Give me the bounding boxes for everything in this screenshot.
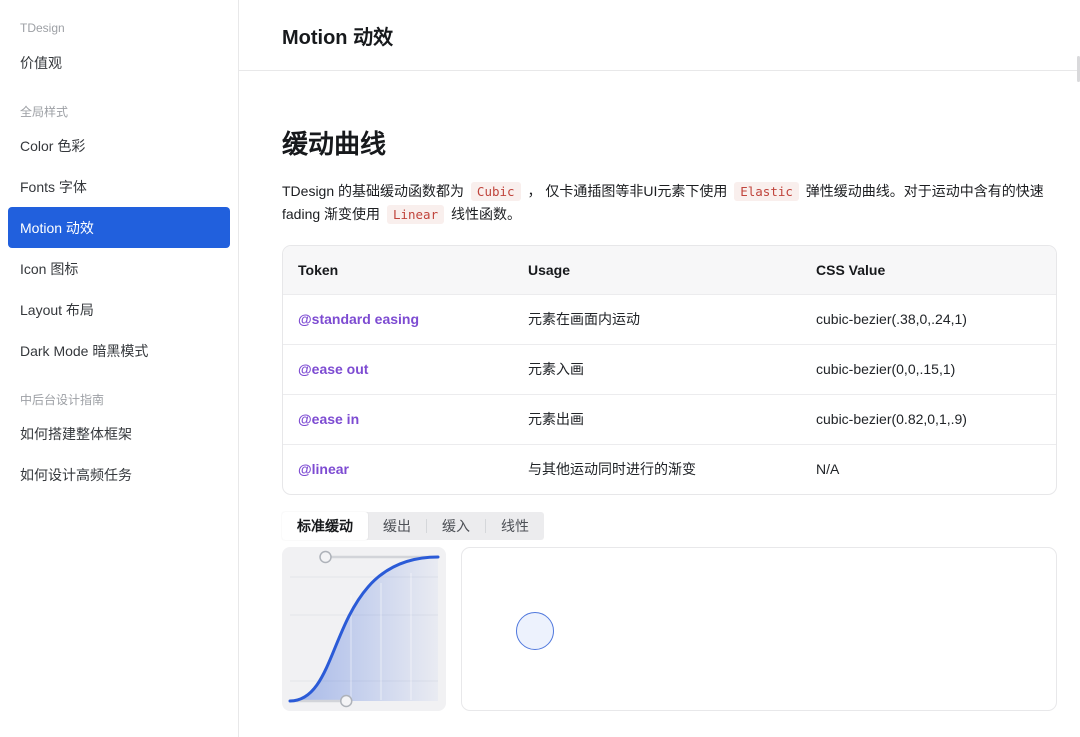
usage-cell: 元素出画 (513, 394, 801, 444)
tab-linear[interactable]: 线性 (486, 512, 544, 540)
sidebar: TDesign价值观全局样式Color 色彩Fonts 字体Motion 动效I… (0, 0, 239, 737)
token-cell[interactable]: @ease out (283, 344, 513, 394)
page-title: Motion 动效 (282, 21, 393, 50)
intro-text: 线性函数。 (447, 206, 521, 222)
tab-standard-easing[interactable]: 标准缓动 (282, 512, 368, 540)
main-content: Motion 动效 缓动曲线 TDesign 的基础缓动函数都为 Cubic ，… (239, 0, 1080, 737)
sidebar-item[interactable]: Icon 图标 (8, 248, 230, 289)
sidebar-item[interactable]: Fonts 字体 (8, 166, 230, 207)
curve-fill (290, 557, 438, 701)
intro-text: TDesign 的基础缓动函数都为 (282, 183, 468, 199)
intro-paragraph: TDesign 的基础缓动函数都为 Cubic ， 仅卡通插图等非UI元素下使用… (282, 180, 1056, 226)
token-cell[interactable]: @ease in (283, 394, 513, 444)
inline-code: Cubic (471, 182, 521, 201)
section-title: 缓动曲线 (282, 128, 1057, 160)
easing-demo-row (282, 547, 1057, 711)
sidebar-section-header: 全局样式 (0, 97, 238, 125)
inline-code: Linear (387, 205, 444, 224)
easing-token-table: TokenUsageCSS Value @standard easing元素在画… (282, 245, 1057, 495)
sidebar-item[interactable]: 价值观 (8, 42, 230, 83)
sidebar-item[interactable]: Dark Mode 暗黑模式 (8, 330, 230, 371)
css-value-cell: N/A (801, 444, 1056, 494)
usage-cell: 与其他运动同时进行的渐变 (513, 444, 801, 494)
column-header: Token (283, 246, 513, 294)
bezier-curve-svg (282, 547, 446, 711)
animation-demo-stage (461, 547, 1057, 711)
intro-text: ， 仅卡通插图等非UI元素下使用 (524, 183, 732, 199)
table-row: @linear与其他运动同时进行的渐变N/A (283, 444, 1056, 494)
token-cell[interactable]: @standard easing (283, 294, 513, 344)
bezier-curve-editor[interactable] (282, 547, 446, 711)
column-header: Usage (513, 246, 801, 294)
table-row: @ease in元素出画cubic-bezier(0.82,0,1,.9) (283, 394, 1056, 444)
css-value-cell: cubic-bezier(0.82,0,1,.9) (801, 394, 1056, 444)
css-value-cell: cubic-bezier(.38,0,.24,1) (801, 294, 1056, 344)
easing-tabs: 标准缓动缓出缓入线性 (282, 512, 544, 540)
demo-ball (516, 612, 554, 650)
token-cell[interactable]: @linear (283, 444, 513, 494)
inline-code: Elastic (734, 182, 799, 201)
content-area: 缓动曲线 TDesign 的基础缓动函数都为 Cubic ， 仅卡通插图等非UI… (239, 128, 1080, 711)
table-row: @standard easing元素在画面内运动cubic-bezier(.38… (283, 294, 1056, 344)
table-header-row: TokenUsageCSS Value (283, 246, 1056, 294)
sidebar-item[interactable]: Motion 动效 (8, 207, 230, 248)
bezier-handle-p1[interactable] (341, 696, 352, 707)
tab-ease-in[interactable]: 缓入 (427, 512, 485, 540)
page-header: Motion 动效 (239, 0, 1080, 71)
sidebar-section: 全局样式Color 色彩Fonts 字体Motion 动效Icon 图标Layo… (0, 97, 238, 371)
usage-cell: 元素在画面内运动 (513, 294, 801, 344)
sidebar-section: TDesign价值观 (0, 14, 238, 83)
sidebar-item[interactable]: Layout 布局 (8, 289, 230, 330)
css-value-cell: cubic-bezier(0,0,.15,1) (801, 344, 1056, 394)
table-row: @ease out元素入画cubic-bezier(0,0,.15,1) (283, 344, 1056, 394)
sidebar-section-header: TDesign (0, 14, 238, 42)
sidebar-section: 中后台设计指南如何搭建整体框架如何设计高频任务 (0, 385, 238, 495)
sidebar-item[interactable]: 如何设计高频任务 (8, 454, 230, 495)
sidebar-item[interactable]: Color 色彩 (8, 125, 230, 166)
column-header: CSS Value (801, 246, 1056, 294)
sidebar-item[interactable]: 如何搭建整体框架 (8, 413, 230, 454)
sidebar-section-header: 中后台设计指南 (0, 385, 238, 413)
bezier-handle-p2[interactable] (320, 552, 331, 563)
usage-cell: 元素入画 (513, 344, 801, 394)
tab-ease-out[interactable]: 缓出 (368, 512, 426, 540)
